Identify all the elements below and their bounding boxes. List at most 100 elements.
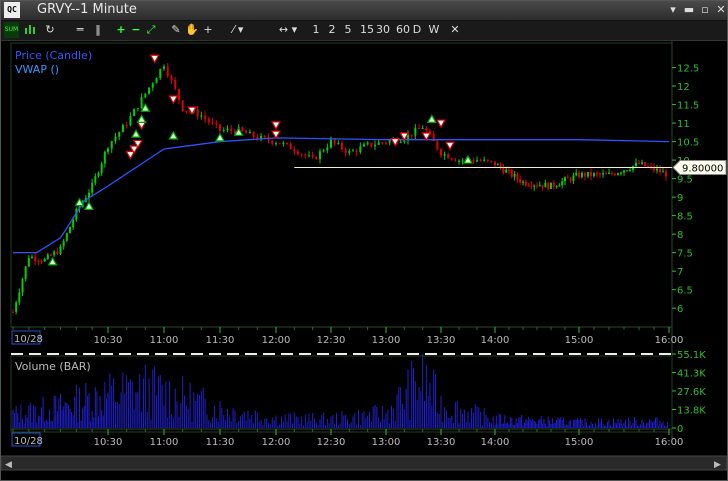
draw-line-icon[interactable]: ⁄ ▾	[225, 22, 251, 38]
candle-body	[366, 142, 369, 145]
candle-body	[43, 258, 46, 262]
bar-period-1[interactable]: 1	[310, 22, 322, 38]
candle-body	[614, 173, 616, 176]
candle-body	[204, 115, 207, 119]
price-candle	[644, 161, 646, 167]
zoom-out-icon[interactable]: −	[129, 22, 143, 38]
price-candle	[385, 141, 387, 146]
price-candle	[341, 140, 343, 152]
volume-time-tick-label: 14:00	[481, 437, 510, 448]
candle-body	[278, 143, 281, 145]
sell-signal-marker	[136, 121, 147, 131]
volume-time-tick-label: 13:00	[372, 437, 401, 448]
price-candle	[222, 127, 225, 133]
candle-body	[458, 160, 460, 162]
candle-body	[107, 148, 109, 152]
bar-period-w[interactable]: W	[428, 22, 440, 38]
candle-body	[125, 124, 128, 126]
price-time-tick-label: 11:30	[206, 335, 235, 346]
candle-body	[37, 260, 40, 262]
candle-body	[541, 185, 544, 188]
price-candle	[527, 183, 530, 187]
sell-signal-marker	[125, 150, 136, 160]
pencil-icon[interactable]: ✎	[169, 22, 183, 38]
sum-button[interactable]: SUM	[4, 22, 19, 38]
candle-body	[315, 157, 318, 160]
volume-y-tick-label: 0	[677, 424, 683, 435]
price-candle	[552, 180, 555, 190]
bar-period-30[interactable]: 30	[374, 22, 392, 38]
candle-body	[530, 185, 533, 187]
candle-body	[620, 172, 622, 174]
price-candle	[366, 141, 369, 146]
pause-icon[interactable]: ‖	[91, 22, 105, 38]
scroll-right-arrow[interactable]: ▶	[714, 460, 721, 470]
price-candle	[569, 176, 572, 183]
price-candle	[522, 180, 524, 186]
price-candle	[450, 157, 453, 161]
scroll-left-arrow[interactable]: ◀	[5, 460, 12, 470]
price-candle	[587, 171, 589, 178]
price-candle	[572, 172, 575, 185]
minimize-button[interactable]: ▬	[681, 3, 697, 17]
price-candle	[381, 141, 384, 145]
price-candle	[632, 165, 634, 173]
candle-body	[121, 124, 124, 133]
price-candle	[454, 158, 457, 162]
price-time-tick-label: 12:00	[262, 335, 291, 346]
price-candle	[12, 309, 14, 313]
candle-body	[275, 143, 277, 145]
legend-vwap: VWAP ()	[15, 63, 59, 76]
price-candle	[620, 171, 622, 176]
toolbar-close-icon[interactable]: ✕	[449, 22, 461, 38]
price-candle	[584, 171, 586, 181]
refresh-icon[interactable]: ↻	[41, 22, 59, 38]
candle-body	[148, 87, 151, 94]
price-candle	[289, 141, 292, 150]
price-candle	[494, 161, 496, 168]
bar-period-5[interactable]: 5	[342, 22, 354, 38]
candle-body	[91, 182, 94, 193]
candle-body	[547, 182, 550, 189]
candle-body	[159, 68, 162, 79]
candle-body	[133, 109, 136, 117]
price-candle	[578, 169, 580, 179]
candle-body	[245, 130, 248, 134]
close-button[interactable]: ✕	[713, 3, 728, 17]
chart-type-icon[interactable]	[22, 22, 38, 38]
price-candle	[326, 143, 329, 154]
crosshair-icon[interactable]: +	[201, 22, 215, 38]
bar-period-2[interactable]: 2	[326, 22, 338, 38]
bar-period-60[interactable]: 60	[394, 22, 412, 38]
candle-body	[34, 256, 37, 261]
scroll-horizontal-icon[interactable]: ↔ ▾	[277, 22, 299, 38]
title-bar[interactable]: QC GRVY--1 Minute ▾ ▬ ▫ ✕	[1, 1, 727, 21]
price-candle	[275, 141, 277, 146]
candle-body	[50, 254, 52, 256]
equals-icon[interactable]: ═	[73, 22, 87, 38]
price-candle	[447, 152, 450, 159]
price-candle	[46, 252, 49, 260]
price-candle	[185, 110, 188, 114]
restore-button[interactable]: ▫	[697, 3, 713, 17]
hand-icon[interactable]: ✋	[185, 22, 199, 38]
candle-body	[322, 150, 325, 152]
candle-body	[344, 149, 347, 153]
price-candle	[159, 68, 162, 80]
candle-body	[103, 151, 106, 164]
bar-period-d[interactable]: D	[411, 22, 423, 38]
chart-area[interactable]: 12.51211.51110.5109.598.587.576.569.8000…	[1, 41, 727, 481]
candle-body	[476, 160, 478, 162]
candle-body	[617, 173, 619, 176]
candle-body	[555, 186, 558, 188]
price-candle	[114, 132, 117, 144]
fit-icon[interactable]: ⤢	[144, 22, 158, 38]
candle-body	[282, 142, 285, 145]
window-menu-button[interactable]: ▾	[665, 3, 681, 17]
candle-body	[118, 132, 121, 137]
price-candle	[626, 170, 628, 172]
price-candle	[370, 142, 373, 148]
price-candle	[596, 170, 598, 178]
candle-body	[644, 162, 646, 167]
zoom-in-icon[interactable]: +	[114, 22, 128, 38]
